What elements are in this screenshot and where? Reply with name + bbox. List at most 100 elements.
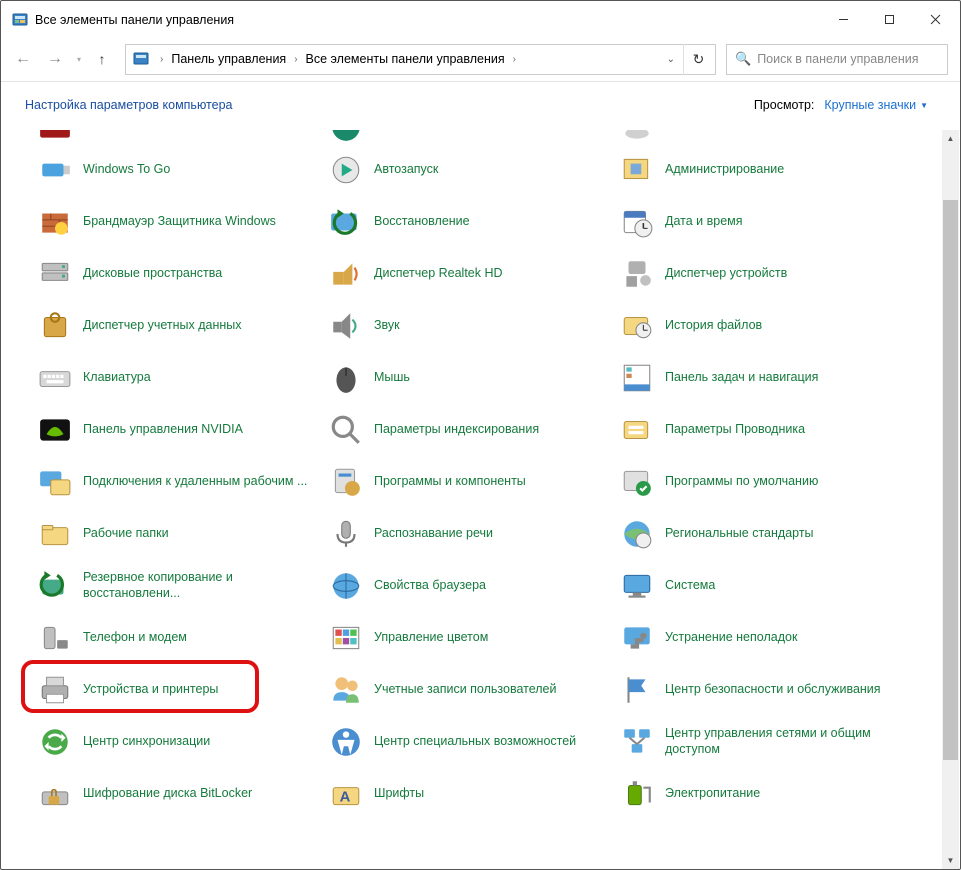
- cp-item-network-center[interactable]: Центр управления сетями и общим доступом: [613, 716, 904, 768]
- cp-item-date-time[interactable]: Дата и время: [613, 196, 904, 248]
- chevron-right-icon[interactable]: ›: [509, 54, 520, 65]
- cp-item-fonts[interactable]: AШрифты: [322, 768, 613, 820]
- cp-item-file-history[interactable]: История файлов: [613, 300, 904, 352]
- close-button[interactable]: [912, 1, 958, 38]
- forward-button[interactable]: →: [41, 45, 69, 73]
- cp-item-speech[interactable]: Распознавание речи: [322, 508, 613, 560]
- minimize-button[interactable]: [820, 1, 866, 38]
- maximize-button[interactable]: [866, 1, 912, 38]
- cp-item-flash[interactable]: Flash Player (32 бита): [31, 130, 322, 144]
- taskbar-icon: [619, 360, 655, 396]
- cp-item-color-management[interactable]: Управление цветом: [322, 612, 613, 664]
- power-icon: [619, 776, 655, 812]
- cp-item-troubleshooting[interactable]: Устранение неполадок: [613, 612, 904, 664]
- page-header: Настройка параметров компьютера Просмотр…: [1, 82, 960, 120]
- system-icon: [619, 568, 655, 604]
- svg-text:A: A: [340, 789, 351, 805]
- cp-item-phone-modem[interactable]: Телефон и модем: [31, 612, 322, 664]
- window-controls: [820, 1, 958, 38]
- search-icon: 🔍: [735, 51, 751, 67]
- cp-item-windows-to-go[interactable]: Windows To Go: [31, 144, 322, 196]
- cp-item-admin-tools[interactable]: Администрирование: [613, 144, 904, 196]
- cp-item-mouse[interactable]: Мышь: [322, 352, 613, 404]
- cp-item-region[interactable]: Региональные стандарты: [613, 508, 904, 560]
- network-icon: [619, 724, 655, 760]
- cp-item-power[interactable]: Электропитание: [613, 768, 904, 820]
- cp-item-firewall[interactable]: Брандмауэр Защитника Windows: [31, 196, 322, 248]
- view-selector[interactable]: Крупные значки▼: [824, 98, 928, 112]
- default-programs-icon: [619, 464, 655, 500]
- cp-item-internet-options[interactable]: Свойства браузера: [322, 560, 613, 612]
- troubleshoot-icon: [619, 620, 655, 656]
- vertical-scrollbar[interactable]: ▲ ▼: [942, 130, 959, 869]
- history-dropdown[interactable]: ▾: [73, 55, 85, 64]
- cp-item-ease-of-access[interactable]: Центр специальных возможностей: [322, 716, 613, 768]
- cp-item-bitlocker[interactable]: Шифрование диска BitLocker: [31, 768, 322, 820]
- cp-item-explorer-options[interactable]: Параметры Проводника: [613, 404, 904, 456]
- cp-item-storage-spaces[interactable]: Дисковые пространства: [31, 248, 322, 300]
- cp-item-default-programs[interactable]: Программы по умолчанию: [613, 456, 904, 508]
- breadcrumb-current[interactable]: Все элементы панели управления: [302, 45, 509, 74]
- content-area: Flash Player (32 бита) IObit Uninstaller…: [1, 130, 960, 869]
- users-icon: [328, 672, 364, 708]
- cp-item-sync-center[interactable]: Центр синхронизации: [31, 716, 322, 768]
- flash-icon: [37, 130, 73, 144]
- nvidia-icon: [37, 412, 73, 448]
- control-panel-window: Все элементы панели управления ← → ▾ ↑ ›…: [0, 0, 961, 870]
- cp-item-indexing[interactable]: Параметры индексирования: [322, 404, 613, 456]
- usb-icon: [37, 152, 73, 188]
- device-manager-icon: [619, 256, 655, 292]
- cp-item-nvidia[interactable]: Панель управления NVIDIA: [31, 404, 322, 456]
- region-icon: [619, 516, 655, 552]
- cp-item-backup[interactable]: Резервное копирование и восстановлени...: [31, 560, 322, 612]
- cp-item-devices-printers[interactable]: Устройства и принтеры: [31, 664, 322, 716]
- cp-item-sound[interactable]: Звук: [322, 300, 613, 352]
- recovery-icon: [328, 204, 364, 240]
- work-folders-icon: [37, 516, 73, 552]
- breadcrumb-root[interactable]: Панель управления: [167, 45, 290, 74]
- back-button[interactable]: ←: [9, 45, 37, 73]
- cp-item-programs-features[interactable]: Программы и компоненты: [322, 456, 613, 508]
- cp-item-work-folders[interactable]: Рабочие папки: [31, 508, 322, 560]
- bitlocker-icon: [37, 776, 73, 812]
- scrollbar-thumb[interactable]: [943, 200, 958, 760]
- address-bar[interactable]: › Панель управления › Все элементы панел…: [125, 44, 716, 75]
- printer-icon: [37, 672, 73, 708]
- fonts-icon: A: [328, 776, 364, 812]
- firewall-icon: [37, 204, 73, 240]
- cut-row: Flash Player (32 бита) IObit Uninstaller…: [31, 130, 960, 144]
- control-panel-icon: [11, 11, 28, 28]
- up-button[interactable]: ↑: [89, 46, 115, 72]
- cp-item-device-manager[interactable]: Диспетчер устройств: [613, 248, 904, 300]
- explorer-options-icon: [619, 412, 655, 448]
- cp-item-credential-manager[interactable]: Диспетчер учетных данных: [31, 300, 322, 352]
- cp-item-remote-app[interactable]: Подключения к удаленным рабочим ...: [31, 456, 322, 508]
- mouse-icon: [328, 360, 364, 396]
- page-title: Настройка параметров компьютера: [25, 98, 232, 112]
- cp-item-iobit[interactable]: IObit Uninstaller: [322, 130, 613, 144]
- chevron-right-icon[interactable]: ›: [290, 54, 301, 65]
- internet-icon: [328, 568, 364, 604]
- cp-item-recovery[interactable]: Восстановление: [322, 196, 613, 248]
- cp-item-keyboard[interactable]: Клавиатура: [31, 352, 322, 404]
- keyboard-icon: [37, 360, 73, 396]
- chevron-right-icon[interactable]: ›: [156, 54, 167, 65]
- sound-icon: [328, 308, 364, 344]
- cp-item-user-accounts[interactable]: Учетные записи пользователей: [322, 664, 613, 716]
- cp-item-security-center[interactable]: Центр безопасности и обслуживания: [613, 664, 904, 716]
- autoplay-icon: [328, 152, 364, 188]
- cp-item-system[interactable]: Система: [613, 560, 904, 612]
- color-icon: [328, 620, 364, 656]
- scroll-down-icon[interactable]: ▼: [942, 852, 959, 869]
- scroll-up-icon[interactable]: ▲: [942, 130, 959, 147]
- cp-item-autoplay[interactable]: Автозапуск: [322, 144, 613, 196]
- search-input[interactable]: 🔍 Поиск в панели управления: [726, 44, 948, 75]
- cp-item-realtek[interactable]: Диспетчер Realtek HD: [322, 248, 613, 300]
- caret-down-icon: ▼: [920, 101, 928, 110]
- refresh-button[interactable]: ↻: [683, 44, 713, 75]
- address-dropdown-icon[interactable]: ⌄: [659, 54, 683, 65]
- cp-item-taskbar[interactable]: Панель задач и навигация: [613, 352, 904, 404]
- cp-item-java[interactable]: Java (32 бита): [613, 130, 904, 144]
- phone-icon: [37, 620, 73, 656]
- iobit-icon: [328, 130, 364, 144]
